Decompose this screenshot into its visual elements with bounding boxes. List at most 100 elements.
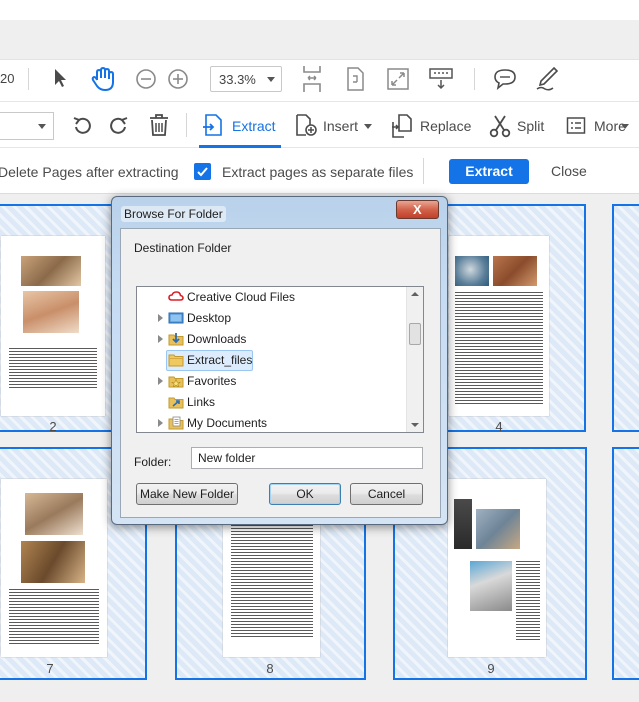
folder-field-label: Folder:	[134, 455, 172, 469]
page-number: 9	[487, 661, 495, 676]
toolbar-divider	[423, 158, 424, 184]
rotate-view-icon[interactable]	[345, 66, 365, 92]
tab-bar	[0, 20, 639, 60]
tree-item-desktop[interactable]: Desktop	[137, 308, 407, 329]
page-tile[interactable]	[612, 204, 639, 432]
checkmark-icon	[197, 167, 208, 177]
page-image	[493, 256, 537, 286]
page-text	[455, 292, 543, 404]
page-image	[21, 256, 81, 286]
tree-item-my-documents[interactable]: My Documents	[137, 413, 407, 432]
toolbar-divider	[474, 68, 475, 90]
sign-pen-icon[interactable]	[535, 66, 559, 92]
split-tool-label[interactable]: Split	[517, 118, 544, 134]
tree-item-label: Links	[187, 395, 216, 409]
page-image	[21, 541, 85, 583]
close-button[interactable]: Close	[551, 163, 587, 179]
expand-arrow-icon[interactable]	[158, 377, 163, 385]
page-text	[516, 561, 540, 641]
tree-item-favorites[interactable]: Favorites	[137, 371, 407, 392]
chevron-down-icon[interactable]	[621, 124, 629, 129]
separate-files-checkbox[interactable]	[194, 163, 211, 180]
tree-item-creative-cloud[interactable]: Creative Cloud Files	[137, 287, 407, 308]
toolbar-divider	[186, 113, 187, 137]
page-text	[9, 348, 97, 388]
chevron-down-icon[interactable]	[364, 124, 372, 129]
documents-folder-icon	[168, 415, 184, 431]
split-scissors-icon[interactable]	[489, 114, 511, 138]
expand-arrow-icon[interactable]	[158, 335, 163, 343]
make-new-folder-button[interactable]: Make New Folder	[136, 483, 238, 505]
dialog-close-button[interactable]: X	[396, 200, 439, 219]
separate-files-label[interactable]: Extract pages as separate files	[222, 164, 413, 180]
tree-item-label: Downloads	[187, 332, 247, 346]
page-number: 8	[266, 661, 274, 676]
toolbar-divider	[28, 68, 29, 90]
replace-pages-icon[interactable]	[390, 113, 416, 139]
browse-for-folder-dialog: Browse For Folder X Destination Folder C…	[111, 196, 448, 525]
hand-tool-icon[interactable]	[90, 66, 116, 92]
undo-icon[interactable]	[71, 115, 93, 137]
page-image	[454, 499, 472, 549]
insert-pages-icon[interactable]	[294, 113, 318, 137]
ok-button[interactable]: OK	[269, 483, 341, 505]
dialog-title: Browse For Folder	[121, 206, 226, 222]
page-image	[25, 493, 83, 535]
tree-item-links[interactable]: Links	[137, 392, 407, 413]
tree-item-extract-files[interactable]: Extract_files	[137, 350, 407, 371]
comment-icon[interactable]	[493, 68, 517, 90]
scroll-down-arrow-icon[interactable]	[411, 423, 419, 427]
extract-tool-label[interactable]: Extract	[232, 118, 276, 134]
folder-tree[interactable]: Creative Cloud Files Desktop Downloads E…	[136, 286, 424, 433]
tree-scrollbar[interactable]	[406, 287, 423, 432]
tree-item-label: My Documents	[187, 416, 268, 430]
folder-icon	[168, 352, 184, 368]
delete-pages-option[interactable]: Delete Pages after extracting	[0, 164, 179, 180]
window-top-strip	[0, 0, 639, 20]
favorites-folder-icon	[168, 373, 184, 389]
page-image	[470, 561, 512, 611]
cancel-button[interactable]: Cancel	[350, 483, 423, 505]
more-options-icon[interactable]	[566, 116, 586, 136]
page-thumbnail	[1, 479, 107, 657]
page-fit-icon[interactable]	[301, 64, 323, 94]
keyboard-icon[interactable]	[428, 68, 454, 90]
zoom-value: 33.3%	[219, 72, 256, 87]
folder-name-input[interactable]	[191, 447, 423, 469]
zoom-out-icon[interactable]	[135, 68, 157, 90]
insert-tool-label[interactable]: Insert	[323, 118, 358, 134]
expand-arrow-icon[interactable]	[158, 419, 163, 427]
desktop-folder-icon	[168, 310, 184, 326]
extract-button[interactable]: Extract	[449, 159, 529, 184]
page-text	[9, 589, 99, 645]
tree-item-label: Creative Cloud Files	[187, 290, 296, 304]
creative-cloud-icon	[168, 289, 184, 305]
scroll-up-arrow-icon[interactable]	[411, 292, 419, 296]
page-thumbnail	[1, 236, 105, 416]
downloads-folder-icon	[168, 331, 184, 347]
links-folder-icon	[168, 394, 184, 410]
page-thumbnail	[448, 479, 546, 657]
tree-item-label: Favorites	[187, 374, 237, 388]
replace-tool-label[interactable]: Replace	[420, 118, 471, 134]
redo-icon[interactable]	[108, 115, 130, 137]
tree-item-label: Extract_files	[187, 353, 253, 367]
page-tile[interactable]	[612, 447, 639, 680]
page-image	[23, 291, 79, 333]
scroll-thumb[interactable]	[409, 323, 421, 345]
select-tool-icon[interactable]	[51, 68, 69, 88]
dialog-body: Destination Folder Creative Cloud Files …	[120, 228, 441, 518]
zoom-level-select[interactable]: 33.3%	[210, 66, 282, 92]
full-screen-icon[interactable]	[386, 67, 410, 91]
tree-item-downloads[interactable]: Downloads	[137, 329, 407, 350]
page-tile[interactable]: 2	[0, 204, 113, 434]
page-image	[476, 509, 520, 549]
chevron-down-icon	[267, 77, 275, 82]
page-number-field[interactable]: 20	[0, 71, 14, 86]
page-range-select[interactable]	[0, 112, 54, 140]
delete-trash-icon[interactable]	[148, 113, 170, 137]
destination-folder-label: Destination Folder	[134, 241, 232, 255]
expand-arrow-icon[interactable]	[158, 314, 163, 322]
extract-icon[interactable]	[201, 113, 225, 137]
zoom-in-icon[interactable]	[167, 68, 189, 90]
